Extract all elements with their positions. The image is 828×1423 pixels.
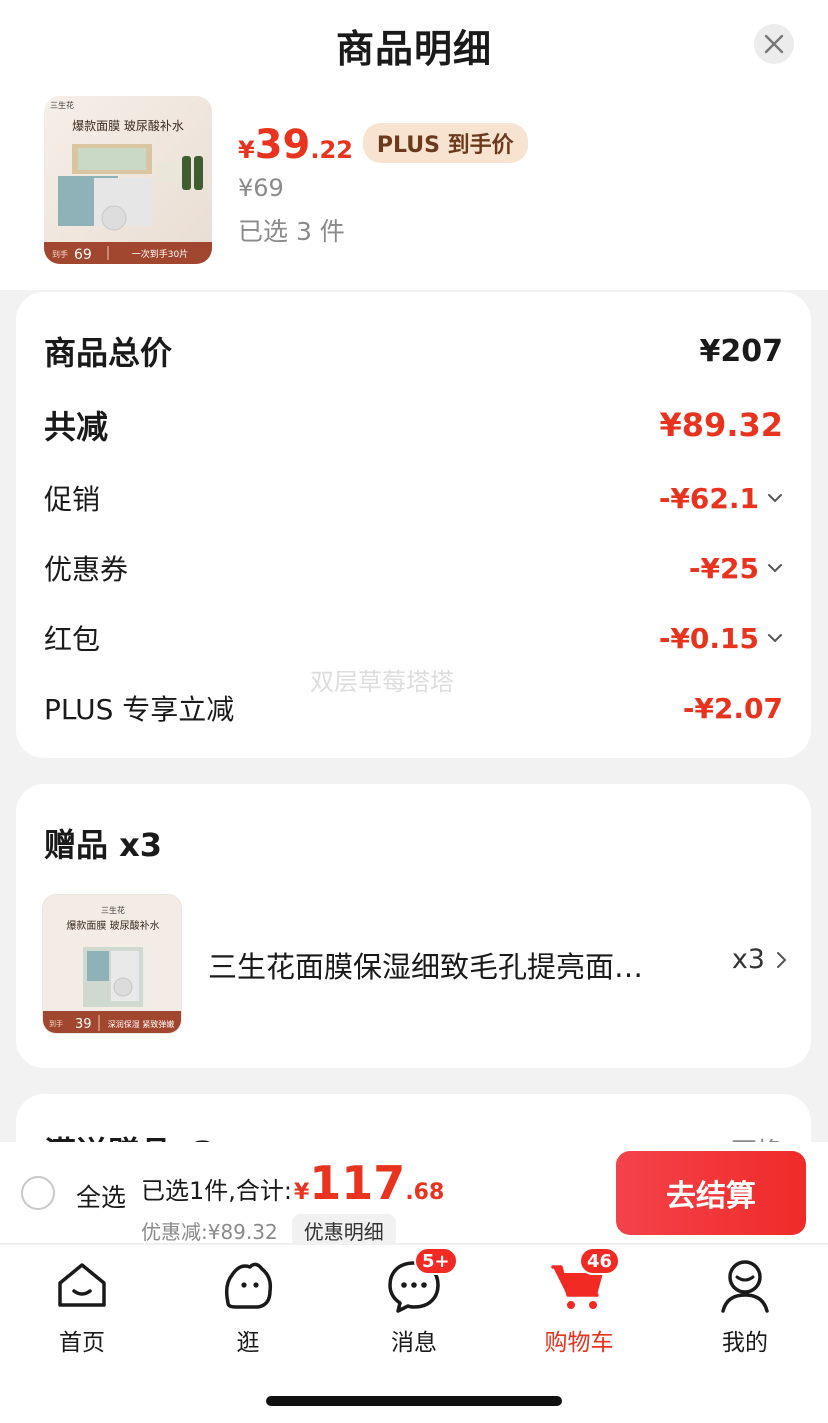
- thumb-price: 69: [74, 247, 92, 263]
- thumb-brand: 三生花: [50, 100, 74, 110]
- total-reduction-label: 共减: [44, 408, 109, 446]
- coupon-row[interactable]: 优惠券 -¥25: [44, 548, 783, 588]
- plus-discount-label: PLUS 专享立减: [44, 693, 235, 726]
- sheet-header: 商品明细 三生花 爆款面膜 玻尿酸补水 到手 69 一次到手30片 ¥ 39 .…: [0, 0, 828, 290]
- promotion-row[interactable]: 促销 -¥62.1: [44, 478, 783, 518]
- plus-discount-value: -¥2.07: [682, 691, 783, 725]
- total-integer: 117: [309, 1156, 406, 1210]
- plus-price: ¥ 39 .22 PLUS 到手价: [238, 122, 528, 169]
- total-price-value: ¥207: [699, 333, 784, 369]
- select-all-checkbox[interactable]: [21, 1176, 55, 1210]
- tab-messages[interactable]: 5+ 消息: [354, 1247, 474, 1357]
- tab-explore[interactable]: 逛: [188, 1255, 308, 1357]
- checkout-button[interactable]: 去结算: [616, 1151, 806, 1235]
- gift-qty-label: x3: [731, 944, 765, 975]
- tab-cart[interactable]: 46 购物车: [519, 1247, 639, 1357]
- red-packet-value: -¥0.15: [658, 621, 759, 655]
- tab-profile-label: 我的: [722, 1330, 768, 1356]
- chevron-down-icon: [768, 494, 782, 503]
- chevron-down-icon: [768, 634, 782, 643]
- gift-title: 赠品 x3: [44, 826, 163, 864]
- gift-item-quantity[interactable]: x3: [732, 944, 789, 975]
- total-reduction-value: ¥89.32: [659, 406, 783, 444]
- gift-card: 赠品 x3 三生花 爆款面膜 玻尿酸补水 到手 39 深润保湿 紧致弹嫩 三生花…: [16, 784, 811, 1068]
- plus-price-badge: PLUS 到手价: [362, 123, 528, 163]
- sheet-title: 商品明细: [335, 27, 492, 71]
- coupon-label: 优惠券: [44, 553, 129, 586]
- close-button[interactable]: [754, 24, 794, 64]
- messages-badge: 5+: [414, 1247, 458, 1275]
- tab-cart-label: 购物车: [544, 1330, 614, 1356]
- total-decimal: .68: [405, 1180, 445, 1205]
- coupon-value: -¥25: [688, 551, 759, 585]
- discount-detail-button[interactable]: 优惠明细: [291, 1214, 396, 1247]
- price-decimal: .22: [310, 136, 353, 164]
- red-packet-label: 红包: [44, 623, 101, 656]
- gift-thumb-headline: 爆款面膜 玻尿酸补水: [66, 919, 159, 932]
- select-all-label[interactable]: 全选: [76, 1178, 126, 1214]
- checkout-bar: 全选 已选1件,合计: ¥ 117 .68 优惠减:¥89.32 优惠明细 去结…: [0, 1142, 828, 1247]
- gift-image[interactable]: 三生花 爆款面膜 玻尿酸补水 到手 39 深润保湿 紧致弹嫩: [42, 894, 182, 1034]
- profile-icon: [721, 1260, 769, 1313]
- gift-thumb-price: 39: [75, 1017, 92, 1032]
- total-prefix: 已选1件,合计:: [141, 1177, 292, 1205]
- product-detail-sheet: 商品明细 三生花 爆款面膜 玻尿酸补水 到手 69 一次到手30片 ¥ 39 .…: [0, 0, 828, 1423]
- watermark: 双层草莓塔塔: [310, 668, 454, 696]
- cart-badge: 46: [579, 1247, 621, 1275]
- total-price-label: 商品总价: [44, 334, 173, 372]
- tab-explore-label: 逛: [236, 1330, 260, 1356]
- order-total: 已选1件,合计: ¥ 117 .68: [141, 1156, 444, 1210]
- tab-home-label: 首页: [59, 1330, 105, 1356]
- price-integer: 39: [254, 122, 311, 168]
- thumb-promo: 一次到手30片: [132, 248, 188, 260]
- thumb-headline: 爆款面膜 玻尿酸补水: [72, 118, 184, 133]
- red-packet-row[interactable]: 红包 -¥0.15: [44, 618, 783, 658]
- gift-item-name[interactable]: 三生花面膜保湿细致毛孔提亮面…: [208, 944, 678, 986]
- home-icon: [58, 1263, 106, 1307]
- svg-text:到手: 到手: [49, 1019, 63, 1028]
- close-icon: [764, 34, 784, 54]
- promotion-value: -¥62.1: [658, 481, 759, 515]
- home-indicator[interactable]: [266, 1396, 562, 1406]
- total-currency: ¥: [293, 1180, 310, 1205]
- svg-text:到手: 到手: [52, 249, 68, 259]
- tab-messages-label: 消息: [391, 1330, 437, 1356]
- explore-icon: [224, 1262, 273, 1309]
- total-price-row: 商品总价 ¥207: [44, 328, 783, 374]
- tab-home[interactable]: 首页: [22, 1255, 142, 1357]
- chevron-down-icon: [768, 564, 782, 573]
- total-reduction-row: 共减 ¥89.32: [44, 402, 783, 448]
- gift-thumb-brand: 三生花: [101, 905, 125, 915]
- product-image[interactable]: 三生花 爆款面膜 玻尿酸补水 到手 69 一次到手30片: [44, 96, 212, 264]
- promotion-label: 促销: [44, 483, 101, 516]
- gift-thumb-promo: 深润保湿 紧致弹嫩: [108, 1019, 175, 1029]
- original-price: ¥69: [238, 174, 284, 202]
- price-currency: ¥: [238, 136, 255, 164]
- tab-profile[interactable]: 我的: [685, 1255, 805, 1357]
- chevron-right-icon: [777, 951, 787, 968]
- selected-count: 已选 3 件: [238, 217, 345, 246]
- discount-line: 优惠减:¥89.32 优惠明细: [141, 1214, 396, 1247]
- price-summary-card: 商品总价 ¥207 共减 ¥89.32 促销 -¥62.1 优惠券 -¥25 红…: [16, 292, 811, 758]
- discount-amount: 优惠减:¥89.32: [141, 1220, 278, 1244]
